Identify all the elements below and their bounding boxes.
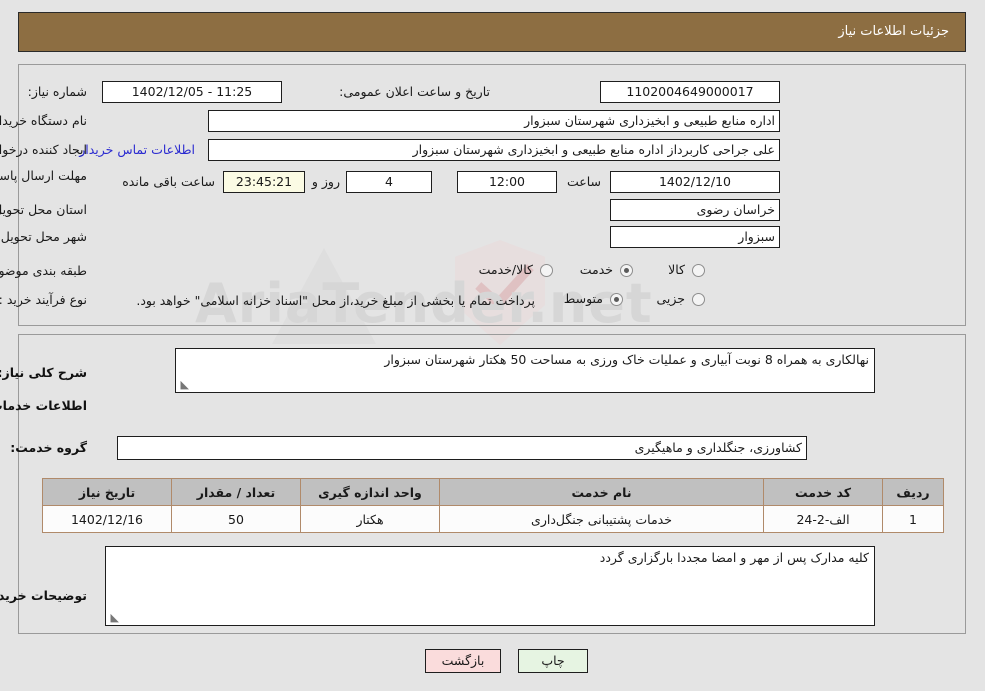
- cell-quantity: 50: [171, 505, 301, 533]
- buyer-contact-link[interactable]: اطلاعات تماس خریدار: [79, 142, 195, 157]
- col-header-unit: واحد اندازه گیری: [300, 478, 440, 506]
- cell-need-date: 1402/12/16: [42, 505, 172, 533]
- purchase-process-option-motevaset-label: متوسط: [563, 291, 603, 306]
- purchase-process-radio-jozi[interactable]: [692, 293, 705, 306]
- city-label: شهر محل تحویل:: [0, 229, 87, 244]
- summary-label: شرح کلی نیاز:: [0, 365, 87, 380]
- deadline-countdown-suffix: ساعت باقی مانده: [122, 174, 215, 189]
- announce-datetime-label: تاریخ و ساعت اعلان عمومی:: [339, 84, 490, 99]
- col-header-code: کد خدمت: [763, 478, 883, 506]
- need-number-label: شماره نیاز:: [27, 84, 87, 99]
- category-label: طبقه بندی موضوعی:: [0, 263, 87, 278]
- col-header-need-date: تاریخ نیاز: [42, 478, 172, 506]
- purchase-process-radio-motevaset[interactable]: [610, 293, 623, 306]
- city-value: سبزوار: [610, 226, 780, 248]
- cell-row: 1: [882, 505, 944, 533]
- buyer-notes-textarea[interactable]: کلیه مدارک پس از مهر و امضا مجددا بارگزا…: [105, 546, 875, 626]
- back-button[interactable]: بازگشت: [425, 649, 501, 673]
- buyer-notes-value: کلیه مدارک پس از مهر و امضا مجددا بارگزا…: [599, 550, 869, 565]
- services-section-heading: اطلاعات خدمات مورد نیاز: [0, 398, 87, 413]
- cell-unit: هکتار: [300, 505, 440, 533]
- service-group-label: گروه خدمت:: [10, 440, 87, 455]
- need-number-value: 1102004649000017: [600, 81, 780, 103]
- resize-grip-icon[interactable]: ◣: [179, 379, 189, 390]
- deadline-countdown-value: 23:45:21: [223, 171, 305, 193]
- table-header-row: ردیف کد خدمت نام خدمت واحد اندازه گیری ت…: [42, 478, 944, 506]
- category-option-kala-label: کالا: [668, 262, 685, 277]
- requester-value: علی جراحی کاربرداز اداره منابع طبیعی و ا…: [208, 139, 780, 161]
- purchase-process-option-jozi-label: جزیی: [656, 291, 685, 306]
- deadline-label: مهلت ارسال پاسخ: تا تاریخ:: [0, 168, 87, 183]
- buyer-notes-label: توضیحات خریدار:: [0, 588, 87, 603]
- summary-textarea[interactable]: نهالکاری به همراه 8 نوبت آبیاری و عملیات…: [175, 348, 875, 393]
- table-row: 1 الف-2-24 خدمات پشتیبانی جنگل‌داری هکتا…: [42, 505, 944, 533]
- summary-value: نهالکاری به همراه 8 نوبت آبیاری و عملیات…: [384, 352, 869, 367]
- purchase-process-label: نوع فرآیند خرید :: [0, 292, 87, 307]
- category-option-khedmat-label: خدمت: [579, 262, 613, 277]
- print-button[interactable]: چاپ: [518, 649, 588, 673]
- page-title: جزئیات اطلاعات نیاز: [838, 24, 949, 39]
- page-root: AriaTender.net جزئیات اطلاعات نیاز شماره…: [0, 0, 985, 691]
- category-radio-khedmat[interactable]: [620, 264, 633, 277]
- province-label: استان محل تحویل:: [0, 202, 87, 217]
- cell-name: خدمات پشتیبانی جنگل‌داری: [439, 505, 764, 533]
- deadline-date-value: 1402/12/10: [610, 171, 780, 193]
- announce-datetime-value: 11:25 - 1402/12/05: [102, 81, 282, 103]
- cell-code: الف-2-24: [763, 505, 883, 533]
- deadline-time-label: ساعت: [566, 174, 601, 189]
- service-group-value: کشاورزی، جنگلداری و ماهیگیری: [117, 436, 807, 460]
- deadline-days-suffix: روز و: [311, 174, 340, 189]
- category-option-kala-khedmat-label: کالا/خدمت: [478, 262, 533, 277]
- page-header-bar: جزئیات اطلاعات نیاز: [18, 12, 966, 52]
- category-radio-kala[interactable]: [692, 264, 705, 277]
- col-header-row: ردیف: [882, 478, 944, 506]
- buyer-org-label: نام دستگاه خریدار:: [0, 113, 87, 128]
- resize-grip-icon-notes[interactable]: ◣: [109, 612, 119, 623]
- province-value: خراسان رضوی: [610, 199, 780, 221]
- col-header-name: نام خدمت: [439, 478, 764, 506]
- col-header-quantity: تعداد / مقدار: [171, 478, 301, 506]
- need-info-panel: [18, 64, 966, 326]
- payment-note-text: پرداخت تمام یا بخشی از مبلغ خرید،از محل …: [136, 293, 535, 308]
- deadline-time-value: 12:00: [457, 171, 557, 193]
- category-radio-kala-khedmat[interactable]: [540, 264, 553, 277]
- services-table: ردیف کد خدمت نام خدمت واحد اندازه گیری ت…: [42, 478, 944, 533]
- requester-label: ایجاد کننده درخواست:: [0, 142, 87, 157]
- deadline-days-value: 4: [346, 171, 432, 193]
- buyer-org-value: اداره منابع طبیعی و ابخیزداری شهرستان سب…: [208, 110, 780, 132]
